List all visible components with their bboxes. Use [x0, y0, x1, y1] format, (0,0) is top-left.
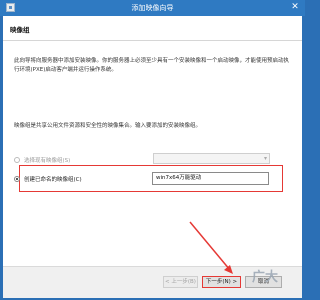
next-button[interactable]: 下一步(N) > [202, 276, 241, 288]
wizard-content: 此向导将向服务器中添加安装映像。你的服务器上必须至少具有一个安装映像和一个启动映… [3, 41, 302, 266]
wizard-header: 映像组 [3, 16, 302, 41]
title-bar: 添加映像向导 ✕ [0, 0, 305, 16]
page-title: 映像组 [10, 26, 30, 34]
radio-new-group[interactable] [14, 176, 20, 182]
option-existing-label: 选择现有映像组(S) [24, 158, 71, 164]
prev-button[interactable]: < 上一步(B) [163, 276, 198, 288]
existing-group-select[interactable]: ▾ [153, 153, 270, 164]
radio-existing-group[interactable] [14, 157, 20, 163]
watermark-logo: 广大 [252, 270, 279, 285]
close-button[interactable]: ✕ [289, 2, 301, 13]
new-group-name-input[interactable]: win7x64万能驱动 [152, 172, 269, 185]
option-new-label: 创建已命名的映像组(C) [24, 177, 82, 183]
option-new-group[interactable]: 创建已命名的映像组(C) [14, 172, 82, 186]
description-text: 映像组是共享公用文件资源和安全性的映像集合。输入要添加的安装映像组。 [14, 123, 202, 129]
intro-text: 此向导将向服务器中添加安装映像。你的服务器上必须至少具有一个安装映像和一个启动映… [14, 58, 290, 73]
wizard-client: 映像组 此向导将向服务器中添加安装映像。你的服务器上必须至少具有一个安装映像和一… [3, 16, 302, 298]
chevron-down-icon: ▾ [263, 155, 267, 162]
window-title: 添加映像向导 [131, 4, 174, 12]
